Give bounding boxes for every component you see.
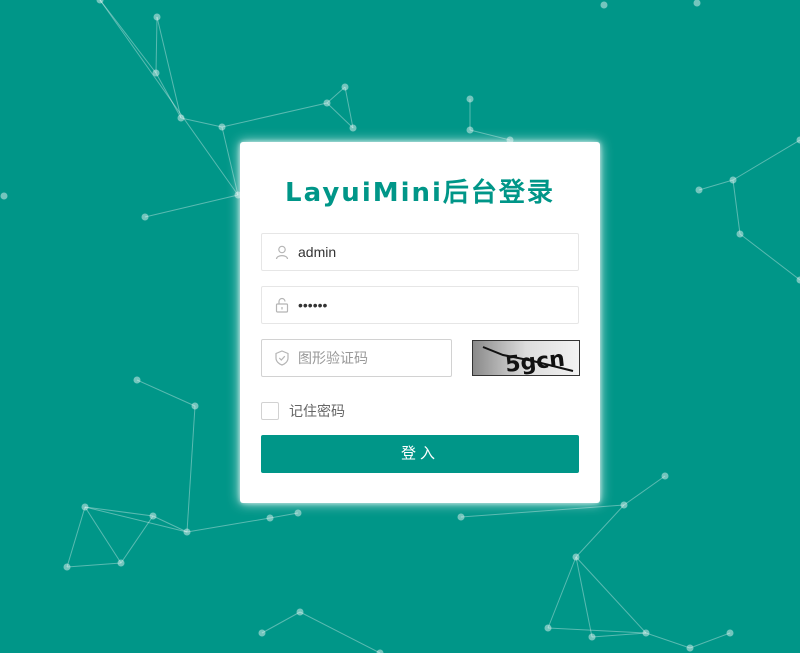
username-field[interactable]: admin — [261, 233, 579, 271]
network-node — [457, 513, 465, 521]
network-line — [66, 506, 86, 568]
network-node — [620, 501, 628, 509]
network-node — [376, 649, 384, 653]
network-line — [261, 611, 301, 634]
network-node — [572, 553, 580, 561]
network-node — [141, 213, 149, 221]
network-line — [698, 179, 734, 191]
network-node — [466, 126, 474, 134]
network-line — [547, 556, 577, 629]
network-node — [153, 13, 161, 21]
network-line — [84, 506, 122, 564]
network-line — [152, 515, 188, 533]
network-node — [294, 509, 302, 517]
password-value: •••••• — [298, 297, 328, 313]
network-node — [341, 83, 349, 91]
password-field[interactable]: •••••• — [261, 286, 579, 324]
network-node — [661, 472, 669, 480]
username-value: admin — [298, 244, 337, 260]
network-node — [177, 114, 185, 122]
network-node — [258, 629, 266, 637]
network-line — [326, 86, 346, 104]
network-line — [120, 515, 154, 564]
captcha-image[interactable]: 5gcn — [472, 340, 580, 376]
lock-icon — [274, 297, 290, 313]
network-node — [736, 230, 744, 238]
user-icon — [274, 244, 290, 260]
network-node — [183, 528, 191, 536]
network-node — [600, 1, 608, 9]
network-node — [81, 503, 89, 511]
network-node — [466, 95, 474, 103]
network-node — [323, 99, 331, 107]
network-line — [84, 506, 188, 533]
captcha-field[interactable]: 图形验证码 — [261, 339, 452, 377]
network-line — [221, 126, 239, 196]
network-node — [191, 402, 199, 410]
network-line — [299, 611, 381, 653]
remember-checkbox[interactable] — [261, 402, 279, 420]
network-node — [218, 123, 226, 131]
network-line — [591, 632, 647, 638]
network-line — [575, 504, 625, 558]
login-button[interactable]: 登入 — [261, 435, 579, 473]
network-line — [547, 627, 647, 634]
network-line — [186, 405, 196, 533]
network-line — [460, 504, 625, 518]
network-line — [84, 506, 154, 517]
network-line — [575, 556, 593, 638]
network-node — [266, 514, 274, 522]
login-card: LayuiMini后台登录 admin •••••• 图形验证码 5gcn 记住… — [240, 142, 600, 503]
shield-icon — [274, 350, 290, 366]
login-title: LayuiMini后台登录 — [285, 178, 555, 208]
network-line — [739, 233, 800, 281]
network-node — [63, 563, 71, 571]
network-line — [66, 562, 122, 568]
remember-label: 记住密码 — [289, 403, 345, 419]
network-line — [732, 139, 800, 181]
network-node — [729, 176, 737, 184]
network-line — [689, 632, 731, 649]
network-node — [296, 608, 304, 616]
network-line — [99, 0, 157, 74]
network-line — [144, 194, 239, 218]
network-node — [796, 136, 800, 144]
network-node — [588, 633, 596, 641]
network-node — [695, 186, 703, 194]
network-node — [693, 0, 701, 7]
network-line — [623, 475, 666, 506]
network-node — [0, 192, 8, 200]
network-line — [469, 129, 511, 141]
network-line — [186, 517, 271, 533]
network-node — [544, 624, 552, 632]
captcha-placeholder: 图形验证码 — [298, 350, 368, 366]
network-line — [155, 16, 158, 74]
network-node — [152, 69, 160, 77]
network-line — [155, 72, 182, 119]
network-node — [726, 629, 734, 637]
network-node — [133, 376, 141, 384]
network-line — [732, 179, 741, 235]
network-line — [645, 632, 691, 649]
network-node — [349, 124, 357, 132]
network-line — [136, 379, 196, 407]
network-line — [269, 512, 299, 519]
network-node — [642, 629, 650, 637]
network-node — [686, 644, 694, 652]
network-line — [156, 16, 182, 119]
network-line — [575, 556, 647, 634]
network-node — [117, 559, 125, 567]
network-line — [221, 102, 328, 128]
network-line — [99, 0, 239, 196]
network-node — [149, 512, 157, 520]
